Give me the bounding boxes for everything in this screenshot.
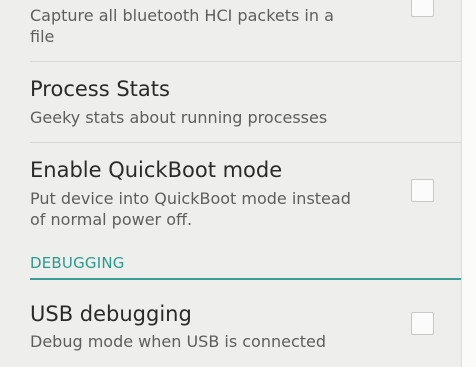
bluetooth-hci-checkbox[interactable] (411, 0, 434, 17)
debugging-category-header: DEBUGGING (30, 254, 125, 272)
quickboot-checkbox[interactable] (411, 179, 434, 202)
quickboot-summary-line-2: of normal power off. (30, 210, 193, 229)
bluetooth-hci-summary-line-2: file (30, 27, 55, 46)
screen-edge (461, 0, 476, 367)
category-divider (30, 278, 466, 280)
developer-options-screen: Capture all bluetooth HCI packets in a f… (0, 0, 476, 367)
quickboot-summary-line-1: Put device into QuickBoot mode instead (30, 189, 351, 208)
divider (30, 142, 464, 143)
divider (30, 61, 464, 62)
usb-debugging-title: USB debugging (30, 302, 192, 326)
process-stats-summary: Geeky stats about running processes (30, 108, 328, 127)
quickboot-title: Enable QuickBoot mode (30, 158, 283, 182)
bluetooth-hci-summary-line-1: Capture all bluetooth HCI packets in a (30, 6, 334, 25)
process-stats-title: Process Stats (30, 77, 170, 101)
usb-debugging-checkbox[interactable] (411, 312, 434, 335)
usb-debugging-summary: Debug mode when USB is connected (30, 332, 327, 351)
